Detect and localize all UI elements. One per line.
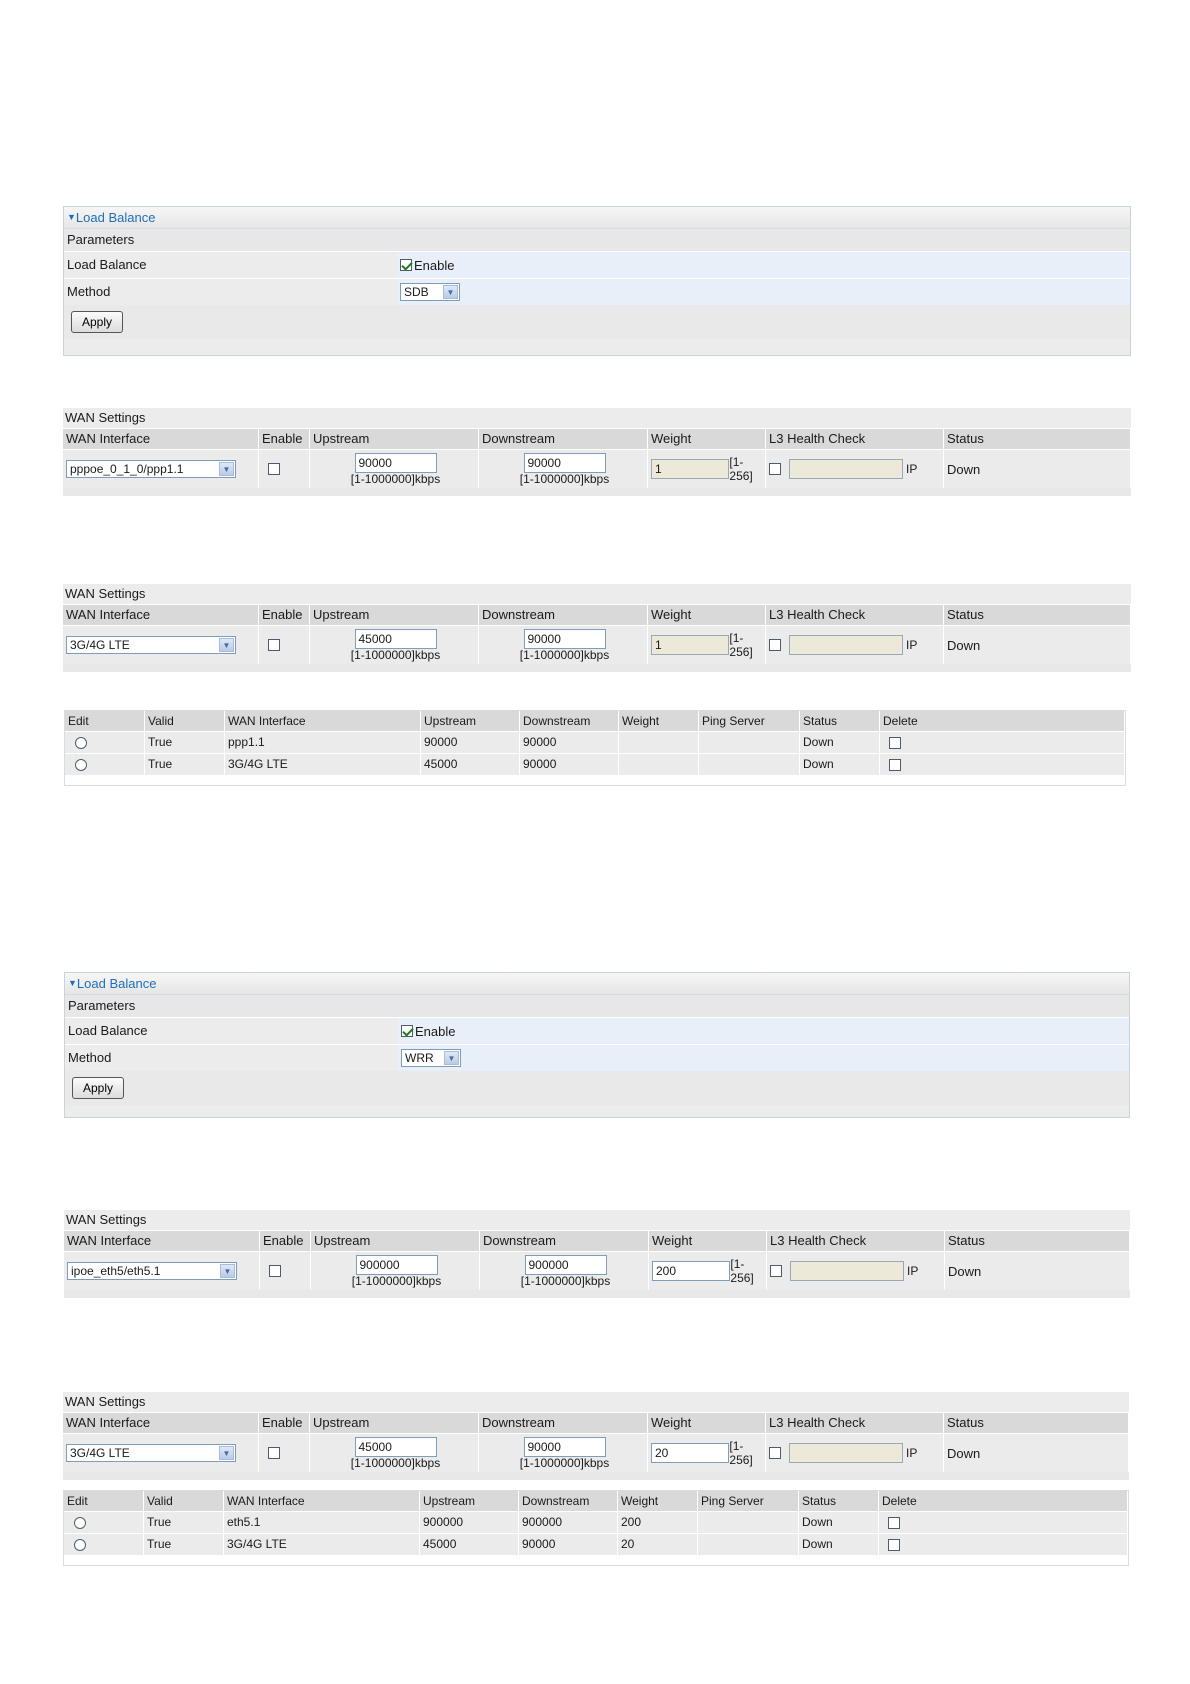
wan-enable-checkbox[interactable] [268,463,280,475]
health-check-ip-input[interactable] [789,459,903,479]
load-balance-panel-wrr: ▼Load Balance Parameters Load Balance En… [64,972,1130,1118]
wan-settings-lte: WAN Settings WAN Interface Enable Upstre… [63,584,1131,672]
load-balance-label: Load Balance [67,257,147,272]
chevron-down-icon: ▼ [219,462,234,476]
upstream-input[interactable]: 45000 [354,629,437,649]
downstream-input[interactable]: 90000 [523,1437,606,1457]
wan-settings-title: WAN Settings [64,1210,1130,1231]
table-row: True ppp1.1 90000 90000 Down [65,731,1125,753]
wan-interface-select[interactable]: ipoe_eth5/eth5.1 ▼ [67,1262,237,1280]
load-balance-title[interactable]: ▼Load Balance [65,973,1129,995]
table-row: True 3G/4G LTE 45000 90000 Down [65,753,1125,775]
collapse-triangle-icon[interactable]: ▼ [68,978,77,988]
wan-list-table: Edit Valid WAN Interface Upstream Downst… [63,1490,1129,1566]
chevron-down-icon: ▼ [219,1446,234,1460]
load-balance-enable-checkbox[interactable] [400,259,412,271]
wan-enable-checkbox[interactable] [268,1447,280,1459]
wan-interface-select[interactable]: pppoe_0_1_0/ppp1.1 ▼ [66,460,236,478]
l3-health-check-checkbox[interactable] [769,1447,781,1459]
wan-status: Down [944,450,1131,488]
health-check-ip-input[interactable] [789,635,903,655]
wan-status: Down [944,626,1131,664]
downstream-input[interactable]: 900000 [524,1255,607,1275]
table-row: True eth5.1 900000 900000 200 Down [64,1511,1128,1533]
wan-status: Down [944,1434,1129,1472]
load-balance-label: Load Balance [68,1023,148,1038]
chevron-down-icon: ▼ [444,1051,459,1065]
load-balance-enable-checkbox[interactable] [401,1025,413,1037]
load-balance-title[interactable]: ▼Load Balance [64,207,1130,229]
chevron-down-icon: ▼ [220,1264,235,1278]
upstream-input[interactable]: 45000 [354,1437,437,1457]
wan-settings-eth5: WAN Settings WAN Interface Enable Upstre… [64,1210,1130,1298]
l3-health-check-checkbox[interactable] [769,639,781,651]
wan-list-table: Edit Valid WAN Interface Upstream Downst… [64,710,1126,786]
wan-enable-checkbox[interactable] [269,1265,281,1277]
wan-settings-title: WAN Settings [63,584,1131,605]
parameters-header: Parameters [64,229,1130,251]
table-row: True 3G/4G LTE 45000 90000 20 Down [64,1533,1128,1555]
apply-button[interactable]: Apply [71,311,124,333]
wan-settings-title: WAN Settings [63,408,1131,429]
wan-settings-ppp: WAN Settings WAN Interface Enable Upstre… [63,408,1131,496]
delete-checkbox[interactable] [888,1538,900,1551]
method-select[interactable]: WRR ▼ [401,1049,461,1067]
parameters-header: Parameters [65,995,1129,1017]
enable-label: Enable [415,1023,456,1039]
upstream-input[interactable]: 900000 [355,1255,438,1275]
edit-radio[interactable] [75,758,87,771]
enable-label: Enable [414,257,455,273]
wan-enable-checkbox[interactable] [268,639,280,651]
downstream-input[interactable]: 90000 [523,629,606,649]
delete-checkbox[interactable] [889,758,901,771]
upstream-input[interactable]: 90000 [354,453,437,473]
collapse-triangle-icon[interactable]: ▼ [67,212,76,222]
wan-settings-title: WAN Settings [63,1392,1129,1413]
wan-interface-select[interactable]: 3G/4G LTE ▼ [66,636,236,654]
wan-interface-select[interactable]: 3G/4G LTE ▼ [66,1444,236,1462]
weight-input[interactable]: 1 [651,459,730,479]
delete-checkbox[interactable] [889,736,901,749]
weight-input[interactable]: 20 [651,1443,730,1463]
l3-health-check-checkbox[interactable] [770,1265,782,1277]
weight-input[interactable]: 200 [652,1261,731,1281]
edit-radio[interactable] [74,1538,86,1551]
downstream-input[interactable]: 90000 [523,453,606,473]
health-check-ip-input[interactable] [790,1261,904,1281]
chevron-down-icon: ▼ [443,285,458,299]
edit-radio[interactable] [75,736,87,749]
load-balance-panel-sdb: ▼Load Balance Parameters Load Balance En… [63,206,1131,356]
delete-checkbox[interactable] [888,1516,900,1529]
apply-button[interactable]: Apply [72,1077,125,1099]
wan-status: Down [945,1252,1130,1290]
method-label: Method [68,1050,112,1065]
method-label: Method [67,284,111,299]
weight-input[interactable]: 1 [651,635,730,655]
l3-health-check-checkbox[interactable] [769,463,781,475]
health-check-ip-input[interactable] [789,1443,903,1463]
chevron-down-icon: ▼ [219,638,234,652]
wan-settings-lte-2: WAN Settings WAN Interface Enable Upstre… [63,1392,1129,1480]
method-select[interactable]: SDB ▼ [400,283,460,301]
edit-radio[interactable] [74,1516,86,1529]
